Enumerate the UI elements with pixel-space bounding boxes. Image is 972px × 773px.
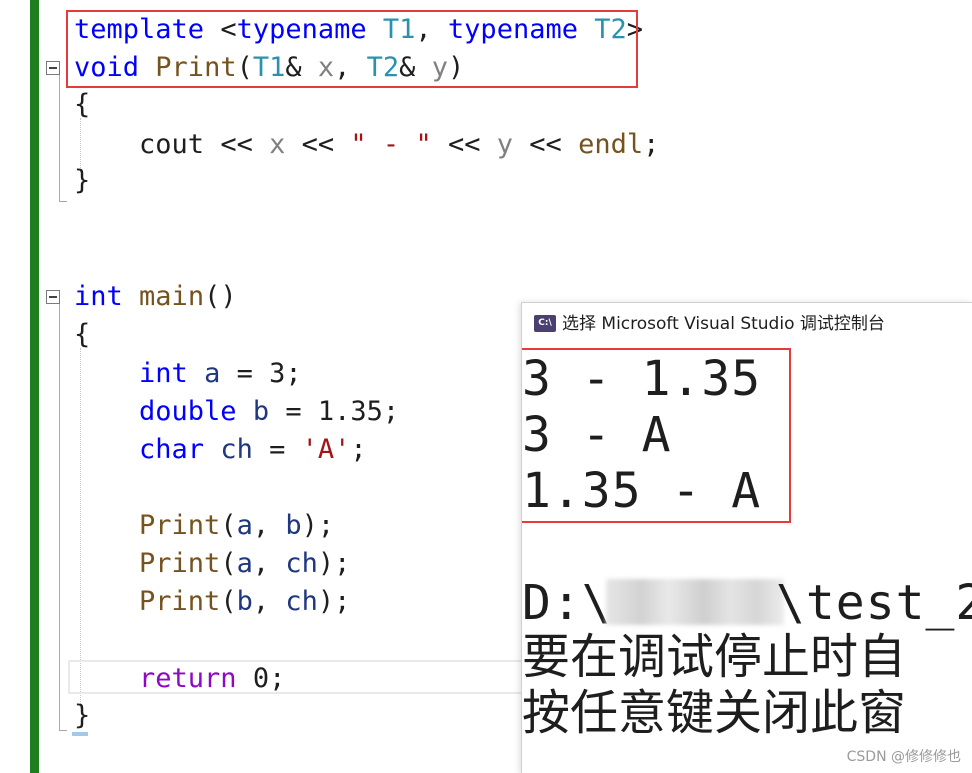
code-token: ( xyxy=(220,548,237,579)
code-token: = xyxy=(252,434,302,465)
redacted-path-mask xyxy=(606,579,784,625)
code-token: main xyxy=(139,281,205,312)
code-token: 0 xyxy=(252,663,270,694)
code-token: ; xyxy=(350,434,367,465)
code-token: << xyxy=(301,129,335,160)
code-token: int xyxy=(74,281,123,312)
code-token: " - " xyxy=(350,129,432,160)
code-line[interactable]: char ch = 'A'; xyxy=(74,431,367,469)
code-token: << xyxy=(220,129,253,160)
code-line[interactable]: cout << x << " - " << y << endl; xyxy=(74,126,659,164)
code-line[interactable]: int main() xyxy=(74,278,237,316)
code-line[interactable]: int a = 3; xyxy=(74,355,302,393)
code-token: ch xyxy=(285,548,318,579)
code-token: a xyxy=(236,510,253,541)
code-line[interactable]: Print(a, ch); xyxy=(74,545,350,583)
code-token: } xyxy=(74,700,91,731)
code-token: ( xyxy=(220,586,237,617)
code-token: { xyxy=(74,319,91,350)
console-message-line-1: 要在调试停止时自 xyxy=(522,629,907,685)
code-token: Print xyxy=(139,548,221,579)
code-token: x xyxy=(269,129,286,160)
console-app-icon: C:\ xyxy=(534,315,556,332)
code-token: ; xyxy=(382,396,400,427)
code-token: = xyxy=(220,358,270,389)
code-token: ); xyxy=(301,510,335,541)
code-token: } xyxy=(74,165,91,196)
code-token: return xyxy=(139,663,237,694)
code-token: = xyxy=(269,396,318,427)
code-token: double xyxy=(139,396,237,427)
code-token: ch xyxy=(220,434,253,465)
code-token: Print xyxy=(139,586,221,617)
code-token: ; xyxy=(269,663,286,694)
template-highlight-box xyxy=(66,10,638,88)
code-token: , xyxy=(252,548,286,579)
fold-guide xyxy=(59,75,60,201)
collapse-print-icon[interactable] xyxy=(46,61,60,75)
code-token: () xyxy=(204,281,237,312)
code-token: b xyxy=(285,510,302,541)
console-titlebar[interactable]: C:\ 选择 Microsoft Visual Studio 调试控制台 xyxy=(522,303,972,345)
code-token: , xyxy=(252,586,286,617)
editor-margin xyxy=(0,0,30,773)
code-token: ); xyxy=(317,586,351,617)
console-path-prefix: D:\ xyxy=(522,575,612,631)
code-token: b xyxy=(252,396,270,427)
change-tracking-bar xyxy=(30,0,39,773)
code-token: 3 xyxy=(269,358,286,389)
console-message-line-2: 按任意键关闭此窗 xyxy=(522,685,907,741)
code-token: 1.35 xyxy=(317,396,383,427)
code-token: a xyxy=(236,548,253,579)
output-highlight-box xyxy=(522,348,791,523)
collapse-main-icon[interactable] xyxy=(46,290,60,304)
caret-marker xyxy=(72,732,88,736)
code-token: << xyxy=(447,129,481,160)
code-line[interactable]: } xyxy=(74,162,90,200)
fold-guide-end xyxy=(59,730,67,731)
code-line[interactable]: { xyxy=(74,86,90,124)
console-path-suffix: \test_2 xyxy=(776,575,972,631)
code-line[interactable]: Print(a, b); xyxy=(74,507,334,545)
code-token: b xyxy=(236,586,253,617)
code-token: { xyxy=(74,89,91,120)
console-title: 选择 Microsoft Visual Studio 调试控制台 xyxy=(562,314,885,334)
code-token: ); xyxy=(317,548,351,579)
code-line[interactable]: return 0; xyxy=(74,660,285,698)
code-token: y xyxy=(496,129,514,160)
code-token: , xyxy=(252,510,286,541)
code-token: cout xyxy=(139,129,205,160)
code-token: endl xyxy=(578,129,644,160)
code-token: 'A' xyxy=(301,434,351,465)
code-token: Print xyxy=(139,510,221,541)
code-token: int xyxy=(139,358,188,389)
fold-guide xyxy=(59,304,60,730)
code-line[interactable]: { xyxy=(74,316,90,354)
code-token: ch xyxy=(285,586,318,617)
code-token: << xyxy=(529,129,562,160)
code-token: ; xyxy=(643,129,660,160)
code-line[interactable]: Print(b, ch); xyxy=(74,583,350,621)
code-token: char xyxy=(139,434,205,465)
code-token: ; xyxy=(285,358,302,389)
debug-console-window[interactable]: C:\ 选择 Microsoft Visual Studio 调试控制台 3 -… xyxy=(521,302,972,773)
code-token: a xyxy=(204,358,221,389)
code-line[interactable]: } xyxy=(74,697,90,735)
code-token: ( xyxy=(220,510,237,541)
code-line[interactable]: double b = 1.35; xyxy=(74,393,399,431)
fold-guide-end xyxy=(59,201,67,202)
csdn-watermark: CSDN @修修修也 xyxy=(846,749,961,765)
